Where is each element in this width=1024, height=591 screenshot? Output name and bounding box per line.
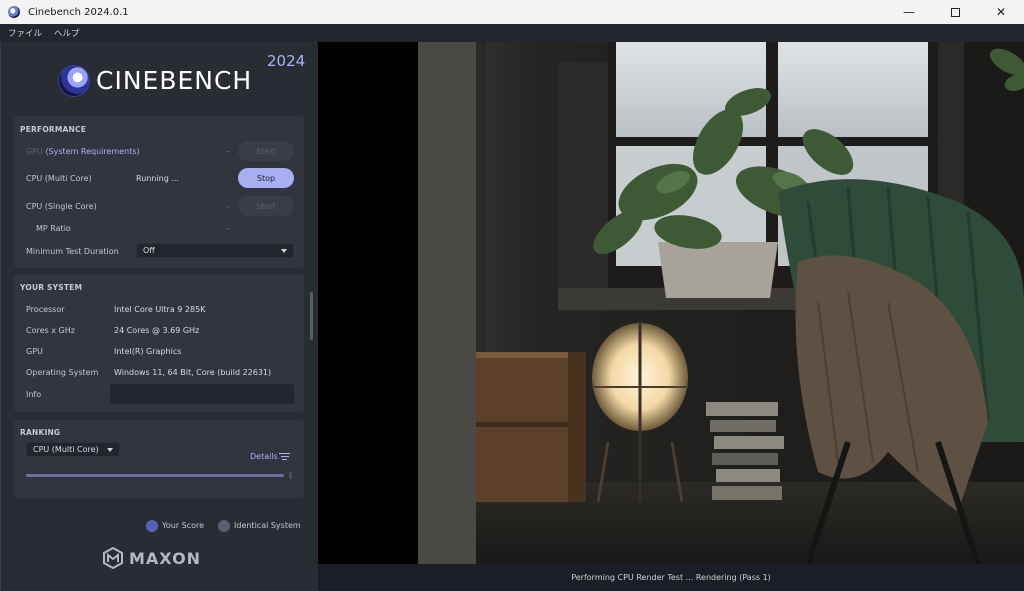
- info-field[interactable]: [110, 384, 294, 404]
- identical-system-label: Identical System: [234, 521, 301, 530]
- logo-area: CINEBENCH 2024: [1, 42, 319, 114]
- cpu-multi-label: CPU (Multi Core): [26, 174, 92, 183]
- cores-label: Cores x GHz: [26, 326, 75, 335]
- your-score-dot: [146, 520, 158, 532]
- gpu-info-label: GPU: [26, 347, 43, 356]
- status-text: Performing CPU Render Test ... Rendering…: [571, 573, 771, 582]
- gpu-start-button[interactable]: Start: [238, 141, 294, 161]
- ranking-scrollbar-track[interactable]: [26, 474, 284, 477]
- gpu-test-label: GPU (System Requirements): [26, 147, 140, 156]
- processor-value: Intel Core Ultra 9 285K: [114, 305, 206, 314]
- ranking-card: RANKING CPU (Multi Core) Details Your Sc…: [14, 420, 304, 532]
- minimize-icon: —: [903, 5, 915, 19]
- maximize-button[interactable]: [932, 0, 978, 24]
- cores-value: 24 Cores @ 3.69 GHz: [114, 326, 200, 335]
- maxon-logo-icon: [103, 547, 123, 569]
- left-panel-scrollbar[interactable]: [310, 292, 313, 340]
- chevron-down-icon: [281, 249, 287, 253]
- os-label: Operating System: [26, 368, 99, 377]
- gpu-info-value: Intel(R) Graphics: [114, 347, 182, 356]
- gpu-label: GPU: [26, 147, 43, 156]
- filter-icon[interactable]: [279, 453, 290, 462]
- your-score-label: Your Score: [162, 521, 205, 530]
- ranking-scroll-end: [289, 472, 292, 479]
- close-icon: ✕: [995, 5, 1007, 19]
- system-card: YOUR SYSTEM Processor Intel Core Ultra 9…: [14, 274, 304, 412]
- status-bar: Performing CPU Render Test ... Rendering…: [318, 564, 1024, 591]
- cinebench-app-icon: [8, 6, 20, 18]
- cpu-single-start-button[interactable]: Start: [238, 196, 294, 216]
- details-link[interactable]: Details: [250, 452, 278, 461]
- cinebench-logo-icon: [59, 66, 89, 96]
- ranking-title: RANKING: [20, 428, 61, 437]
- left-panel: CINEBENCH 2024 PERFORMANCE GPU (System R…: [0, 42, 318, 591]
- logo-text: CINEBENCH: [96, 66, 253, 95]
- render-viewport: [318, 42, 1024, 564]
- render-preview-image: [418, 42, 1024, 564]
- mp-ratio-label: MP Ratio: [36, 224, 71, 233]
- menu-help[interactable]: ヘルプ: [54, 27, 80, 39]
- identical-system-dot: [218, 520, 230, 532]
- cpu-single-label: CPU (Single Core): [26, 202, 97, 211]
- close-button[interactable]: ✕: [978, 0, 1024, 24]
- cpu-multi-stop-button[interactable]: Stop: [238, 168, 294, 188]
- performance-card: PERFORMANCE GPU (System Requirements) - …: [14, 116, 304, 268]
- maxon-logo-text: MAXON: [129, 548, 202, 568]
- mp-ratio-value: -: [226, 224, 229, 233]
- version-year: 2024: [267, 52, 306, 70]
- processor-label: Processor: [26, 305, 65, 314]
- window-controls: — ✕: [886, 0, 1024, 24]
- os-value: Windows 11, 64 Bit, Core (build 22631): [114, 368, 272, 377]
- performance-title: PERFORMANCE: [20, 125, 87, 134]
- ranking-select[interactable]: CPU (Multi Core): [26, 442, 120, 457]
- chevron-down-icon: [107, 448, 113, 452]
- min-duration-value: Off: [143, 246, 155, 255]
- min-duration-select[interactable]: Off: [136, 243, 294, 258]
- system-title: YOUR SYSTEM: [20, 283, 83, 292]
- ranking-select-value: CPU (Multi Core): [33, 445, 99, 454]
- menu-bar: ファイル ヘルプ: [0, 24, 1024, 42]
- menu-file[interactable]: ファイル: [8, 27, 42, 39]
- info-label: Info: [26, 390, 42, 399]
- minimize-button[interactable]: —: [886, 0, 932, 24]
- maximize-icon: [950, 7, 960, 17]
- title-bar: Cinebench 2024.0.1 — ✕: [0, 0, 1024, 24]
- window-title: Cinebench 2024.0.1: [28, 6, 129, 18]
- min-duration-label: Minimum Test Duration: [26, 247, 119, 256]
- maxon-logo: MAXON: [103, 547, 201, 569]
- cpu-single-score: -: [226, 202, 229, 211]
- gpu-score: -: [226, 147, 229, 156]
- cpu-multi-status: Running ...: [136, 174, 179, 183]
- system-requirements-link[interactable]: (System Requirements): [45, 147, 139, 156]
